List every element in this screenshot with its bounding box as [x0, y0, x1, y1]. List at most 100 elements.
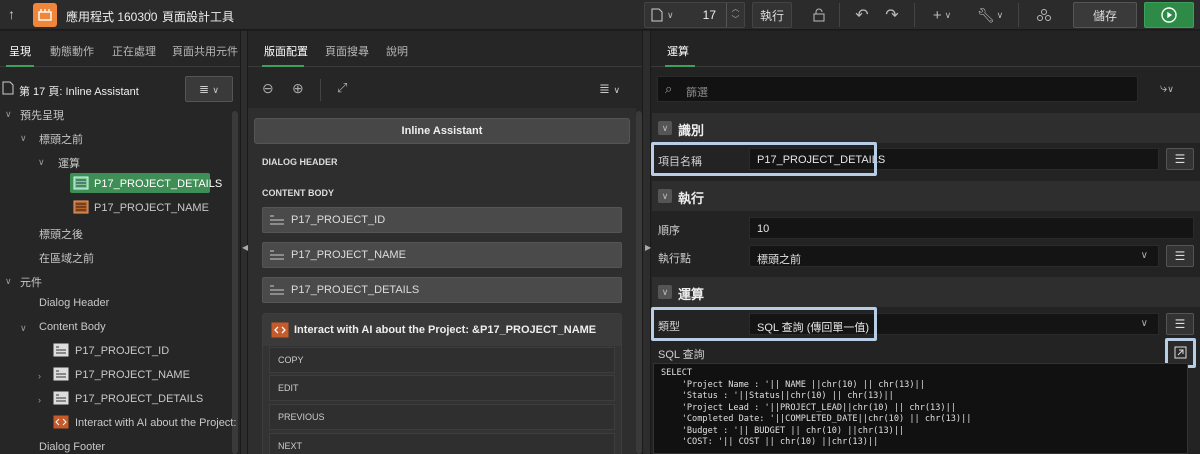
shared-components-icon[interactable] — [1034, 4, 1054, 26]
chevron-down-icon[interactable]: ∨ — [20, 133, 27, 144]
layout-menu-icon[interactable]: ≣ ∨ — [599, 81, 620, 97]
tree-item-project-details[interactable]: P17_PROJECT_DETAILS — [75, 393, 203, 405]
tree-item-project-id[interactable]: P17_PROJECT_ID — [75, 345, 169, 357]
filter-placeholder: 篩選 — [686, 87, 708, 99]
point-list-button[interactable]: ☰ — [1166, 245, 1194, 267]
save-button[interactable]: 儲存 — [1073, 2, 1137, 28]
tree-dialog-header[interactable]: Dialog Header — [39, 297, 109, 309]
expand-editor-icon — [1174, 346, 1187, 359]
execute-button[interactable]: 執行 — [752, 2, 792, 28]
tree-pre-rendering[interactable]: 預先呈現 — [20, 107, 64, 123]
point-label: 執行點 — [658, 253, 691, 265]
tab-dynamic-actions[interactable]: 動態動作 — [50, 43, 94, 59]
tab-computation[interactable]: 運算 — [667, 43, 689, 59]
chevron-down-icon: ∨ — [1140, 318, 1148, 329]
list-icon: ☰ — [1174, 152, 1186, 166]
sql-code-editor[interactable]: SELECT 'Project Name : '|| NAME ||chr(10… — [653, 363, 1188, 454]
layout-item-project-name[interactable]: P17_PROJECT_NAME — [262, 242, 622, 268]
app-icon[interactable] — [33, 3, 57, 27]
chevron-right-icon[interactable]: › — [38, 395, 41, 405]
layout-item-project-details[interactable]: P17_PROJECT_DETAILS — [262, 277, 622, 303]
chevron-down-icon[interactable]: ∨ — [5, 276, 12, 287]
tab-help[interactable]: 說明 — [386, 43, 408, 59]
page-selector[interactable]: ∨ 17 ︿ ﹀ — [644, 2, 745, 28]
tree-computations[interactable]: 運算 — [58, 155, 80, 171]
page-stepper[interactable]: ︿ ﹀ — [726, 3, 744, 27]
list-icon: ☰ — [1174, 249, 1186, 263]
page-number[interactable]: 17 — [703, 8, 716, 22]
chevron-down-icon[interactable]: ∨ — [20, 323, 27, 334]
highlight-item-name — [651, 142, 877, 176]
undo-icon[interactable]: ↶ — [852, 4, 872, 26]
chevron-down-icon: ∨ — [667, 9, 674, 20]
sequence-field[interactable]: 10 — [749, 217, 1194, 239]
chevron-down-icon: ∨ — [658, 189, 672, 203]
chevron-down-icon[interactable]: ∨ — [38, 157, 45, 168]
item-list-button[interactable]: ☰ — [1166, 148, 1194, 170]
tree-item-project-name[interactable]: P17_PROJECT_NAME — [75, 369, 190, 381]
breadcrumb-separator: \ — [149, 7, 153, 21]
chevron-down-icon[interactable]: ∨ — [5, 109, 12, 120]
section-computation[interactable]: ∨ 運算 — [652, 277, 1200, 307]
position-dialog-header[interactable]: DIALOG HEADER — [262, 157, 338, 167]
tree-before-regions[interactable]: 在區域之前 — [39, 250, 94, 266]
button-copy[interactable]: COPY — [269, 347, 615, 373]
sql-query-label: SQL 查詢 — [658, 349, 705, 361]
tree-computation-project-details[interactable]: P17_PROJECT_DETAILS — [94, 178, 222, 190]
create-menu-icon[interactable]: + ∨ — [927, 4, 957, 26]
type-list-button[interactable]: ☰ — [1166, 313, 1194, 335]
filter-input[interactable]: ⌕ 篩選 — [657, 76, 1138, 102]
lock-icon[interactable] — [809, 4, 829, 26]
dialog-title-bar[interactable]: Inline Assistant — [254, 118, 630, 144]
redo-icon[interactable]: ↷ — [882, 4, 902, 26]
dialog-title: Inline Assistant — [401, 125, 483, 137]
code-region-icon — [53, 415, 69, 429]
button-next[interactable]: NEXT — [269, 433, 615, 454]
chevron-right-icon[interactable]: › — [38, 371, 41, 381]
search-icon: ⌕ — [665, 81, 673, 96]
ai-region-title: Interact with AI about the Project: &P17… — [294, 324, 597, 336]
point-select[interactable]: 標頭之前 ∨ — [749, 245, 1159, 267]
utilities-wrench-icon[interactable]: 🔧︎ ∨ — [975, 4, 1005, 26]
rendering-tree-pane: 呈現 動態動作 正在處理 頁面共用元件 第 17 頁: Inline Assis… — [0, 31, 247, 454]
play-icon — [1161, 7, 1177, 23]
tree-menu-button[interactable]: ≣ ∨ — [185, 76, 233, 102]
tree-computation-project-name[interactable]: P17_PROJECT_NAME — [94, 202, 209, 214]
page-icon — [651, 8, 663, 22]
tree-after-header[interactable]: 標頭之後 — [39, 226, 83, 242]
section-execution[interactable]: ∨ 執行 — [652, 181, 1200, 211]
page-title[interactable]: 第 17 頁: Inline Assistant — [19, 83, 139, 99]
chevron-down-icon: ∨ — [1140, 250, 1148, 261]
tree-dialog-footer[interactable]: Dialog Footer — [39, 441, 105, 453]
text-field-icon — [270, 285, 284, 295]
go-to-group-icon[interactable]: ⤷∨ — [1160, 80, 1174, 96]
zoom-out-icon[interactable]: ⊖ — [262, 80, 274, 97]
position-content-body[interactable]: CONTENT BODY — [262, 188, 334, 198]
tree-content-body[interactable]: Content Body — [39, 321, 106, 333]
button-edit[interactable]: EDIT — [269, 375, 615, 401]
tree-components[interactable]: 元件 — [20, 274, 42, 290]
up-arrow-icon[interactable]: ↑ — [8, 6, 15, 22]
tab-page-search[interactable]: 頁面搜尋 — [325, 43, 369, 59]
sequence-label: 順序 — [658, 225, 680, 237]
tab-page-shared-components[interactable]: 頁面共用元件 — [172, 43, 238, 59]
layout-item-project-id[interactable]: P17_PROJECT_ID — [262, 207, 622, 233]
left-splitter[interactable]: ◀ — [240, 31, 248, 454]
app-title[interactable]: 應用程式 160300 — [66, 8, 157, 25]
run-page-button[interactable] — [1144, 2, 1194, 28]
tab-layout[interactable]: 版面配置 — [264, 43, 308, 59]
tree-scrollbar[interactable] — [232, 111, 238, 454]
section-identification[interactable]: ∨ 識別 — [652, 113, 1200, 143]
text-field-icon — [270, 250, 284, 260]
tree-region-ai-assistant[interactable]: Interact with AI about the Project: & — [75, 417, 247, 429]
button-previous[interactable]: PREVIOUS — [269, 404, 615, 430]
tab-processing[interactable]: 正在處理 — [112, 43, 156, 59]
computation-icon — [73, 176, 89, 190]
zoom-in-icon[interactable]: ⊕ — [292, 80, 304, 97]
tree-before-header[interactable]: 標頭之前 — [39, 131, 83, 147]
list-icon: ☰ — [1174, 317, 1186, 331]
right-splitter[interactable]: ▶ — [642, 31, 651, 454]
tab-rendering[interactable]: 呈現 — [9, 43, 31, 59]
expand-icon[interactable]: ⤢ — [337, 80, 347, 96]
text-field-icon — [270, 215, 284, 225]
